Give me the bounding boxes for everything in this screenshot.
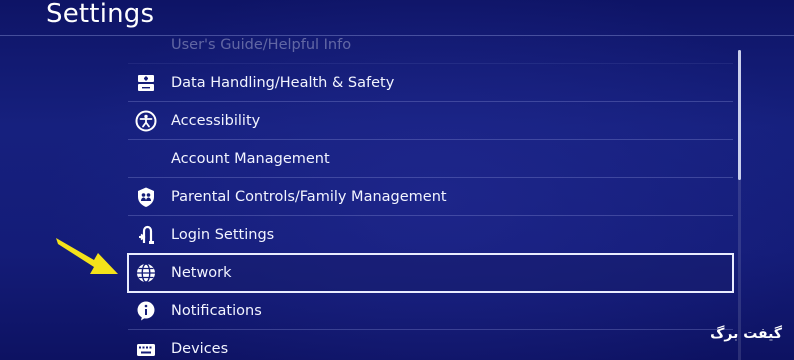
menu-item-network[interactable]: Network: [127, 253, 734, 293]
keyboard-icon: [134, 337, 158, 360]
menu-item-label: User's Guide/Helpful Info: [171, 37, 352, 53]
menu-item-users-guide[interactable]: User's Guide/Helpful Info: [128, 36, 733, 64]
menu-item-data-handling[interactable]: Data Handling/Health & Safety: [128, 64, 733, 102]
menu-item-accessibility[interactable]: Accessibility: [128, 102, 733, 140]
menu-item-label: Devices: [171, 341, 229, 357]
pointer-arrow-icon: [56, 238, 118, 274]
menu-item-label: Notifications: [171, 303, 262, 319]
menu-item-label: Data Handling/Health & Safety: [171, 75, 395, 91]
page-title: Settings: [46, 0, 155, 29]
menu-item-label: Login Settings: [171, 227, 275, 243]
globe-icon: [134, 261, 158, 285]
menu-item-devices[interactable]: Devices: [128, 330, 733, 360]
login-icon: [134, 223, 158, 247]
menu-item-login-settings[interactable]: Login Settings: [128, 216, 733, 254]
menu-item-account-management[interactable]: Account Management: [128, 140, 733, 178]
console-icon: [134, 71, 158, 95]
settings-menu-viewport: User's Guide/Helpful Info Data Handling/…: [0, 36, 794, 360]
menu-item-label: Account Management: [171, 151, 330, 167]
settings-menu: User's Guide/Helpful Info Data Handling/…: [127, 36, 734, 360]
family-shield-icon: [134, 185, 158, 209]
menu-item-label: Accessibility: [171, 113, 261, 129]
info-icon: [134, 299, 158, 323]
menu-item-parental-controls[interactable]: Parental Controls/Family Management: [128, 178, 733, 216]
menu-item-label: Parental Controls/Family Management: [171, 189, 447, 205]
accessibility-icon: [134, 109, 158, 133]
menu-item-notifications[interactable]: Notifications: [128, 292, 733, 330]
menu-item-label: Network: [171, 265, 232, 281]
watermark-logo: گیفت برگ: [710, 326, 782, 342]
scrollbar-thumb[interactable]: [738, 50, 741, 180]
